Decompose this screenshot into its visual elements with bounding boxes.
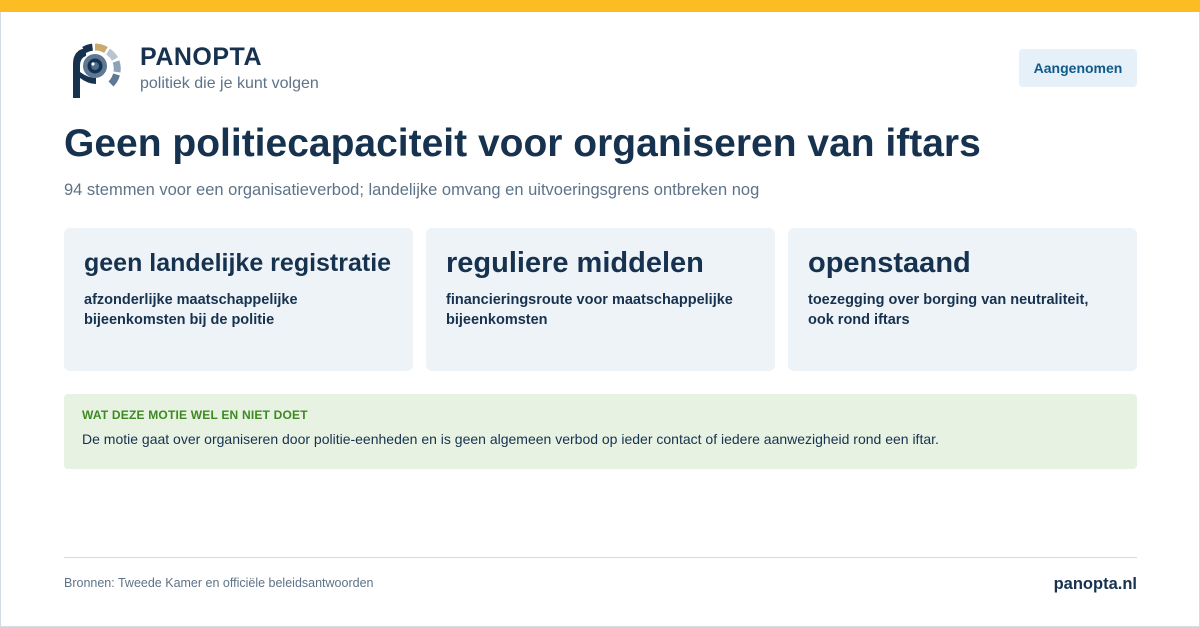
sources-text: Bronnen: Tweede Kamer en officiële belei… (64, 576, 374, 590)
brand-tagline: politiek die je kunt volgen (140, 75, 319, 92)
fact-card-funding: reguliere middelen financieringsroute vo… (426, 228, 775, 371)
brand-name: PANOPTA (140, 43, 263, 71)
fact-card-body: afzonderlijke maatschappelijke bijeenkom… (84, 292, 298, 328)
page-subtitle: 94 stemmen voor een organisatieverbod; l… (64, 181, 760, 199)
panopta-logo (73, 43, 121, 98)
site-link[interactable]: panopta.nl (1054, 575, 1137, 594)
scope-note: WAT DEZE MOTIE WEL EN NIET DOET De motie… (64, 394, 1137, 469)
footer-divider (64, 557, 1137, 558)
status-badge: Aangenomen (1019, 49, 1137, 87)
fact-card-body: toezegging over borging van neutraliteit… (808, 292, 1089, 328)
scope-note-text: De motie gaat over organiseren door poli… (82, 431, 939, 447)
fact-card-body: financieringsroute voor maatschappelijke… (446, 292, 733, 328)
fact-card-registration: geen landelijke registratie afzonderlijk… (64, 228, 413, 371)
page-title: Geen politiecapaciteit voor organiseren … (64, 122, 981, 165)
scope-note-label: WAT DEZE MOTIE WEL EN NIET DOET (82, 408, 308, 422)
fact-card-title: geen landelijke registratie (84, 249, 392, 277)
fact-card-neutrality: openstaand toezegging over borging van n… (788, 228, 1137, 371)
accent-bar (0, 0, 1200, 12)
fact-card-title: openstaand (808, 247, 971, 279)
fact-card-title: reguliere middelen (446, 247, 704, 279)
